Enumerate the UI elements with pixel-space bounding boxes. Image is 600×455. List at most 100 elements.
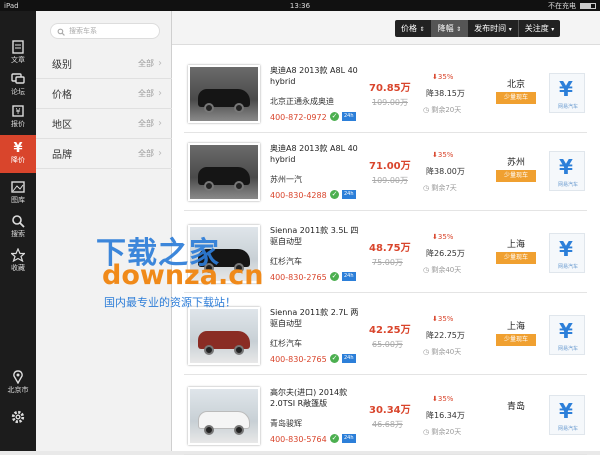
favorite-icon	[11, 248, 25, 262]
table-row[interactable]: Sienna 2011款 3.5L 四驱自动型 红杉汽车 400-830-2765 ✓…	[184, 219, 587, 293]
original-price: 75.00万	[372, 258, 403, 267]
verified-icon: ✓	[330, 354, 339, 363]
price-tag-icon: ¥	[12, 105, 24, 117]
car-model-name[interactable]: Sienna 2011款 3.5L 四驱自动型	[270, 225, 366, 247]
yuan-icon: ¥	[559, 319, 573, 343]
discount-percent: ⬇35%	[432, 233, 454, 241]
filter-price[interactable]: 价格 全部 ›	[36, 79, 172, 109]
dealer-phone[interactable]: 400-872-0972	[270, 113, 327, 122]
sort-by-publish-time[interactable]: 发布时间 ▾	[468, 20, 519, 37]
location-pin-icon	[13, 370, 23, 384]
remaining-days: ◷ 剩余20天	[423, 428, 462, 436]
discount-logo-button[interactable]: ¥ 网易汽车	[549, 73, 585, 113]
status-bar: iPad 13:36 不在充电	[0, 0, 600, 11]
discount-logo-button[interactable]: ¥ 网易汽车	[549, 151, 585, 191]
discount-percent: ⬇35%	[432, 315, 454, 323]
price-drop: 降38.00万	[426, 167, 465, 176]
nav-item-discount[interactable]: ¥ 降价	[0, 135, 36, 173]
clock-icon: ◷	[423, 348, 430, 356]
table-row[interactable]: 奥迪A8 2013款 A8L 40 hybrid 北京正通永成奥迪 400-872-…	[184, 59, 587, 133]
car-thumbnail[interactable]	[188, 307, 260, 365]
yuan-icon: ¥	[559, 237, 573, 261]
car-thumbnail[interactable]	[188, 143, 260, 201]
sort-by-discount[interactable]: 降幅 ⇕	[431, 20, 469, 37]
clock-icon: ◷	[423, 428, 430, 436]
nav-item-search[interactable]: 搜索	[0, 209, 36, 247]
sort-arrow-icon: ⇕	[456, 26, 462, 33]
nav-item-gallery[interactable]: 图库	[0, 175, 36, 213]
dealer-phone[interactable]: 400-830-2765	[270, 273, 327, 282]
original-price: 109.00万	[372, 176, 408, 185]
service-badge: 24h	[342, 190, 356, 199]
search-input[interactable]: 搜索车系	[50, 23, 160, 39]
table-row[interactable]: 奥迪A8 2013款 A8L 40 hybrid 苏州一汽 400-830-4288…	[184, 137, 587, 211]
location-button[interactable]: 北京市	[0, 365, 36, 403]
stock-badge: 少量现车	[496, 252, 536, 264]
dealer-name: 青岛骏辉	[270, 419, 302, 428]
car-thumbnail[interactable]	[188, 225, 260, 283]
discount-price: 71.00万	[369, 161, 411, 172]
status-time: 13:36	[289, 1, 311, 10]
stock-badge: 少量现车	[496, 170, 536, 182]
discount-logo-button[interactable]: ¥ 网易汽车	[549, 315, 585, 355]
nav-item-favorite[interactable]: 收藏	[0, 243, 36, 281]
clock-icon: ◷	[423, 184, 430, 192]
discount-logo-button[interactable]: ¥ 网易汽车	[549, 233, 585, 273]
original-price: 109.00万	[372, 98, 408, 107]
nav-item-quote[interactable]: ¥ 报价	[0, 99, 36, 137]
dealer-name: 北京正通永成奥迪	[270, 97, 334, 106]
price-drop: 降22.75万	[426, 331, 465, 340]
dealer-phone[interactable]: 400-830-5764	[270, 435, 327, 444]
search-icon	[12, 215, 25, 228]
sort-bar: 价格 ⇕ 降幅 ⇕ 发布时间 ▾ 关注度 ▾	[172, 11, 600, 45]
verified-icon: ✓	[330, 434, 339, 443]
yuan-icon: ¥	[559, 77, 573, 101]
sort-by-price[interactable]: 价格 ⇕	[395, 20, 432, 37]
car-model-name[interactable]: 奥迪A8 2013款 A8L 40 hybrid	[270, 65, 366, 87]
stock-badge: 少量现车	[496, 92, 536, 104]
car-model-name[interactable]: 奥迪A8 2013款 A8L 40 hybrid	[270, 143, 366, 165]
car-thumbnail[interactable]	[188, 65, 260, 123]
clock-icon: ◷	[423, 266, 430, 274]
table-row[interactable]: Sienna 2011款 2.7L 两驱自动型 红杉汽车 400-830-2765 ✓…	[184, 301, 587, 375]
service-badge: 24h	[342, 272, 356, 281]
dealer-phone[interactable]: 400-830-4288	[270, 191, 327, 200]
gear-icon	[11, 410, 25, 424]
car-thumbnail[interactable]	[188, 387, 260, 445]
dealer-name: 红杉汽车	[270, 257, 302, 266]
sort-by-attention[interactable]: 关注度 ▾	[519, 20, 561, 37]
yuan-icon: ¥	[559, 399, 573, 423]
settings-button[interactable]	[0, 405, 36, 437]
city-label: 北京	[506, 80, 525, 90]
dealer-name: 苏州一汽	[270, 175, 302, 184]
svg-text:¥: ¥	[13, 141, 22, 154]
city-label: 苏州	[506, 158, 525, 168]
search-icon	[57, 27, 65, 41]
discount-logo-button[interactable]: ¥ 网易汽车	[549, 395, 585, 435]
car-model-name[interactable]: Sienna 2011款 2.7L 两驱自动型	[270, 307, 366, 329]
left-nav: 文章 论坛 ¥ 报价 ¥ 降价 图库 搜索 收藏 北京市	[0, 11, 36, 451]
gallery-icon	[11, 181, 25, 193]
filter-level[interactable]: 级别 全部 ›	[36, 49, 172, 79]
filter-region[interactable]: 地区 全部 ›	[36, 109, 172, 139]
dealer-phone[interactable]: 400-830-2765	[270, 355, 327, 364]
filter-panel: 搜索车系 级别 全部 › 价格 全部 › 地区 全部 › 品牌 全部 ›	[36, 11, 172, 451]
city-label: 上海	[506, 240, 525, 250]
filter-brand[interactable]: 品牌 全部 ›	[36, 139, 172, 169]
service-badge: 24h	[342, 112, 356, 121]
car-model-name[interactable]: 高尔夫(进口) 2014款 2.0TSI R敞篷版	[270, 387, 366, 409]
discount-price: 70.85万	[369, 83, 411, 94]
original-price: 46.68万	[372, 420, 403, 429]
chevron-right-icon: ›	[158, 88, 162, 99]
clock-icon: ◷	[423, 106, 430, 114]
remaining-days: ◷ 剩余20天	[423, 106, 462, 114]
chevron-right-icon: ›	[158, 118, 162, 129]
svg-text:¥: ¥	[15, 107, 20, 116]
remaining-days: ◷ 剩余40天	[423, 266, 462, 274]
remaining-days: ◷ 剩余7天	[423, 184, 457, 192]
table-row[interactable]: 高尔夫(进口) 2014款 2.0TSI R敞篷版青岛骏辉 400-830-576…	[184, 381, 587, 455]
price-drop: 降16.34万	[426, 411, 465, 420]
verified-icon: ✓	[330, 112, 339, 121]
chevron-down-icon: ▾	[551, 26, 555, 33]
price-drop: 降26.25万	[426, 249, 465, 258]
